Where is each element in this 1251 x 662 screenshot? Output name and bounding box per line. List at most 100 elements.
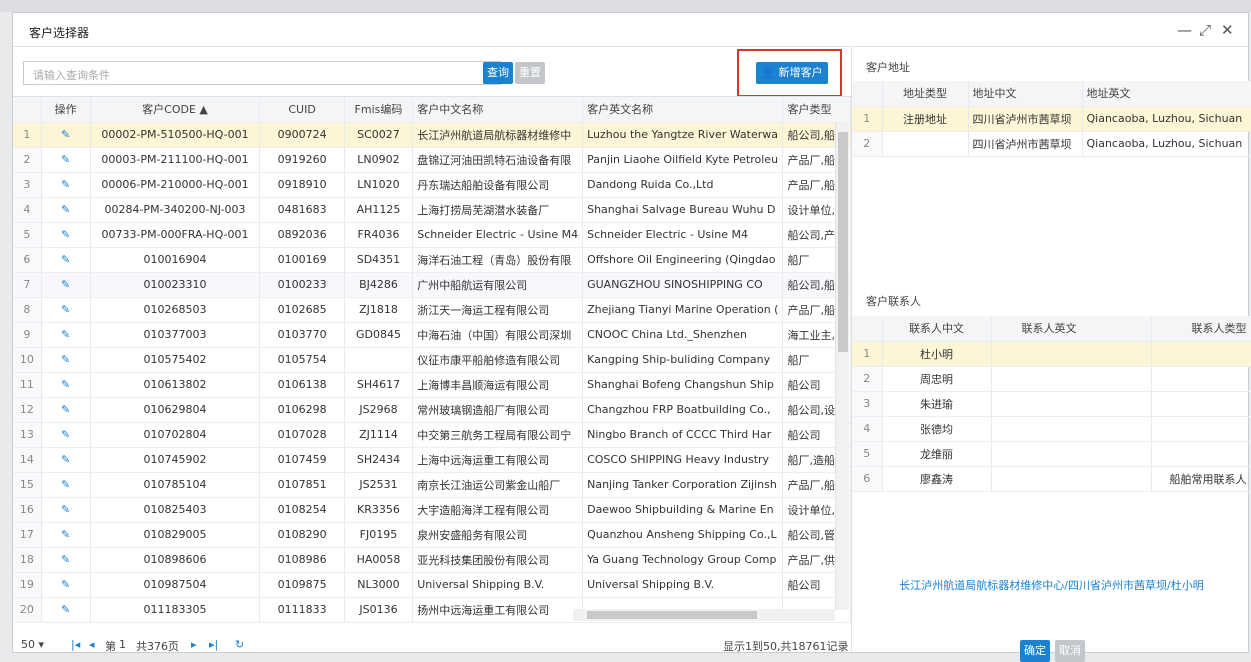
address-cn-header: 地址中文 <box>968 81 1083 107</box>
cuid: 0103770 <box>259 322 345 348</box>
table-row[interactable]: 2 周忠明 <box>852 366 1251 392</box>
row-number: 6 <box>13 247 42 273</box>
table-row[interactable]: 1 杜小明 <box>852 341 1251 367</box>
table-row[interactable]: 6 廖鑫涛 船舶常用联系人 <box>852 466 1251 492</box>
table-row[interactable]: 18 ✎ 010898606 0108986 HA0058 亚光科技集团股份有限公司 Ya … <box>13 547 851 573</box>
contact-type-header: 联系人类型 <box>1151 316 1251 342</box>
cuid-column-header[interactable]: CUID <box>259 97 345 123</box>
cn-name-column-header[interactable]: 客户中文名称 <box>412 97 584 123</box>
table-row[interactable]: 16 ✎ 010825403 0108254 KR3356 大宇造船海洋工程有限公司 Dae… <box>13 497 851 523</box>
edit-icon[interactable]: ✎ <box>61 153 70 166</box>
fmis-code: FJ0195 <box>344 522 414 548</box>
table-row[interactable]: 11 ✎ 010613802 0106138 SH4617 上海博丰昌顺海运有限公司 Sha… <box>13 372 851 398</box>
edit-icon[interactable]: ✎ <box>61 178 70 191</box>
table-row[interactable]: 12 ✎ 010629804 0106298 JS2968 常州玻璃钢造船厂有限公司 Cha… <box>13 397 851 423</box>
last-page-icon[interactable]: ▸| <box>209 638 218 651</box>
type-column-header[interactable]: 客户类型 <box>782 97 851 123</box>
dialog-title: 客户选择器 <box>29 26 90 40</box>
table-row[interactable]: 5 龙维丽 <box>852 441 1251 467</box>
edit-icon[interactable]: ✎ <box>61 228 70 241</box>
close-icon[interactable]: ✕ <box>1221 21 1234 39</box>
edit-cell: ✎ <box>41 272 91 298</box>
page-input[interactable]: 1 <box>119 638 126 651</box>
ok-button[interactable]: 确定 <box>1020 640 1050 662</box>
minimize-icon[interactable]: — <box>1177 21 1192 39</box>
contact-name-cn: 杜小明 <box>882 341 992 367</box>
contact-name-en <box>991 366 1152 392</box>
table-row[interactable]: 1 注册地址 四川省泸州市茜草坝 Qiancaoba, Luzhou, Sichuan <box>852 106 1251 132</box>
next-page-icon[interactable]: ▸ <box>191 638 197 651</box>
vertical-scrollbar[interactable] <box>835 122 849 610</box>
customer-code: 010745902 <box>90 447 261 473</box>
address-type: 注册地址 <box>882 106 969 132</box>
row-number: 9 <box>13 322 42 348</box>
table-row[interactable]: 2 ✎ 00003-PM-211100-HQ-001 0919260 LN0902 盘锦辽… <box>13 147 851 173</box>
table-row[interactable]: 10 ✎ 010575402 0105754 仪征市康平船舶修造有限公司 Kangping… <box>13 347 851 373</box>
refresh-icon[interactable]: ↻ <box>235 638 244 651</box>
edit-icon[interactable]: ✎ <box>61 378 70 391</box>
table-row[interactable]: 15 ✎ 010785104 0107851 JS2531 南京长江油运公司紫金山船厂 Na… <box>13 472 851 498</box>
cuid: 0106138 <box>259 372 345 398</box>
table-row[interactable]: 17 ✎ 010829005 0108290 FJ0195 泉州安盛船务有限公司 Quanz… <box>13 522 851 548</box>
search-input[interactable]: 请输入查询条件 <box>23 61 501 85</box>
page-size-select[interactable]: 50 ▾ <box>21 638 44 651</box>
table-row[interactable]: 19 ✎ 010987504 0109875 NL3000 Universal Shipp… <box>13 572 851 598</box>
table-row[interactable]: 2 四川省泸州市茜草坝 Qiancaoba, Luzhou, Sichuan <box>852 131 1251 157</box>
table-row[interactable]: 13 ✎ 010702804 0107028 ZJ1114 中交第三航务工程局有限公司宁 N… <box>13 422 851 448</box>
contact-name-en <box>991 441 1152 467</box>
customer-code: 010898606 <box>90 547 261 573</box>
en-name-column-header[interactable]: 客户英文名称 <box>582 97 784 123</box>
table-row[interactable]: 4 ✎ 00284-PM-340200-NJ-003 0481683 AH1125 上海打… <box>13 197 851 223</box>
edit-icon[interactable]: ✎ <box>61 578 70 591</box>
edit-icon[interactable]: ✎ <box>61 328 70 341</box>
edit-icon[interactable]: ✎ <box>61 303 70 316</box>
horizontal-scroll-thumb[interactable] <box>587 611 757 619</box>
table-row[interactable]: 3 ✎ 00006-PM-210000-HQ-001 0918910 LN1020 丹东瑞… <box>13 172 851 198</box>
edit-icon[interactable]: ✎ <box>61 478 70 491</box>
fmis-code: JS2531 <box>344 472 414 498</box>
contact-name-cn: 龙维丽 <box>882 441 992 467</box>
edit-icon[interactable]: ✎ <box>61 203 70 216</box>
edit-icon[interactable]: ✎ <box>61 428 70 441</box>
table-row[interactable]: 4 张德均 <box>852 416 1251 442</box>
edit-icon[interactable]: ✎ <box>61 403 70 416</box>
table-row[interactable]: 14 ✎ 010745902 0107459 SH2434 上海中远海运重工有限公司 COS… <box>13 447 851 473</box>
edit-icon[interactable]: ✎ <box>61 278 70 291</box>
edit-cell: ✎ <box>41 297 91 323</box>
edit-icon[interactable]: ✎ <box>61 503 70 516</box>
edit-icon[interactable]: ✎ <box>61 453 70 466</box>
horizontal-scrollbar[interactable] <box>573 609 835 621</box>
code-column-header[interactable]: 客户CODE ▲ <box>90 97 261 123</box>
row-number: 5 <box>852 441 883 467</box>
first-page-icon[interactable]: |◂ <box>71 638 80 651</box>
edit-cell: ✎ <box>41 147 91 173</box>
fmis-column-header[interactable]: Fmis编码 <box>344 97 414 123</box>
table-row[interactable]: 5 ✎ 00733-PM-000FRA-HQ-001 0892036 FR4036 Sch… <box>13 222 851 248</box>
add-customer-button[interactable]: 👤 新增客户 <box>756 62 828 84</box>
edit-icon[interactable]: ✎ <box>61 553 70 566</box>
reset-button[interactable]: 重置 <box>515 62 545 84</box>
customer-name-cn: 扬州中远海运重工有限公司 <box>412 597 584 623</box>
table-row[interactable]: 3 朱进瑜 <box>852 391 1251 417</box>
maximize-icon[interactable]: ⤢ <box>1199 21 1211 39</box>
row-number: 1 <box>852 341 883 367</box>
edit-icon[interactable]: ✎ <box>61 528 70 541</box>
edit-icon[interactable]: ✎ <box>61 253 70 266</box>
row-number: 17 <box>13 522 42 548</box>
edit-icon[interactable]: ✎ <box>61 128 70 141</box>
vertical-scroll-thumb[interactable] <box>838 132 848 352</box>
prev-page-icon[interactable]: ◂ <box>89 638 95 651</box>
cancel-button[interactable]: 取消 <box>1055 640 1085 662</box>
edit-icon[interactable]: ✎ <box>61 603 70 616</box>
edit-cell: ✎ <box>41 397 91 423</box>
cuid: 0111833 <box>259 597 345 623</box>
table-row[interactable]: 7 ✎ 010023310 0100233 BJ4286 广州中船航运有限公司 GUANGZ… <box>13 272 851 298</box>
fmis-code: JS0136 <box>344 597 414 623</box>
row-number: 2 <box>852 366 883 392</box>
table-row[interactable]: 1 ✎ 00002-PM-510500-HQ-001 0900724 SC0027 长江泸… <box>13 122 851 148</box>
table-row[interactable]: 8 ✎ 010268503 0102685 ZJ1818 浙江天一海运工程有限公司 Zhej… <box>13 297 851 323</box>
query-button[interactable]: 查询 <box>483 62 513 84</box>
table-row[interactable]: 9 ✎ 010377003 0103770 GD0845 中海石油（中国）有限公司深圳 CN… <box>13 322 851 348</box>
edit-icon[interactable]: ✎ <box>61 353 70 366</box>
table-row[interactable]: 6 ✎ 010016904 0100169 SD4351 海洋石油工程（青岛）股份有限 Of… <box>13 247 851 273</box>
